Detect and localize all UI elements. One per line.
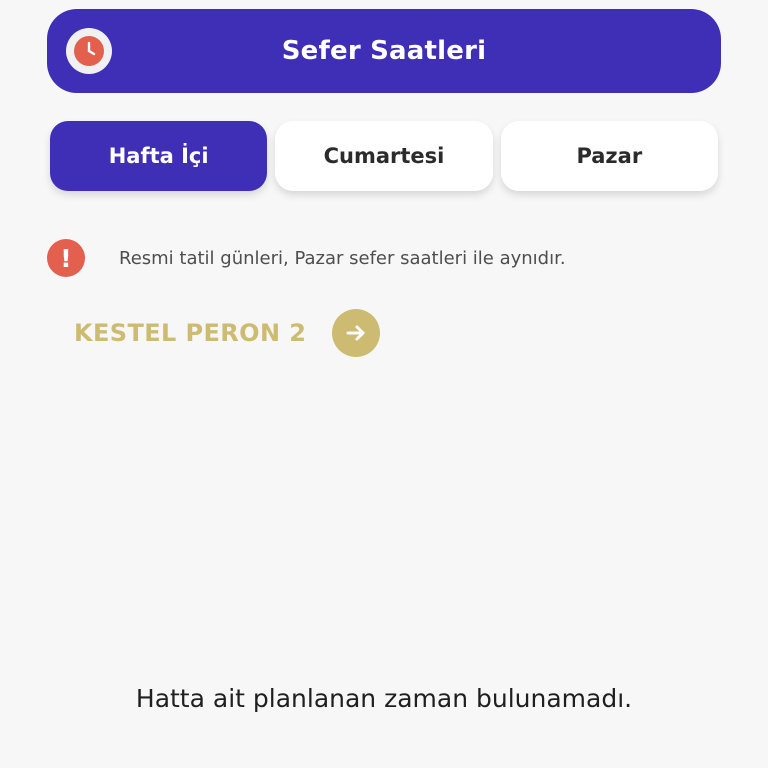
page-title: Sefer Saatleri <box>281 36 487 66</box>
schedule-screen: Sefer Saatleri Hafta İçi Cumartesi Pazar… <box>0 0 768 768</box>
station-name[interactable]: KESTEL PERON 2 <box>74 319 306 347</box>
tab-pazar[interactable]: Pazar <box>500 121 718 191</box>
tab-cumartesi[interactable]: Cumartesi <box>275 121 493 191</box>
day-tabs: Hafta İçi Cumartesi Pazar <box>50 121 718 191</box>
exclamation-icon: ! <box>47 239 85 277</box>
empty-schedule-message: Hatta ait planlanan zaman bulunamadı. <box>135 684 633 713</box>
clock-icon <box>66 28 112 74</box>
notice-text: Resmi tatil günleri, Pazar sefer saatler… <box>119 247 566 269</box>
header-bar: Sefer Saatleri <box>47 9 721 93</box>
arrow-right-icon[interactable] <box>332 309 381 357</box>
station-link[interactable]: KESTEL PERON 2 <box>74 309 381 357</box>
tab-hafta-ici[interactable]: Hafta İçi <box>50 121 268 191</box>
holiday-notice: ! Resmi tatil günleri, Pazar sefer saatl… <box>47 239 566 277</box>
